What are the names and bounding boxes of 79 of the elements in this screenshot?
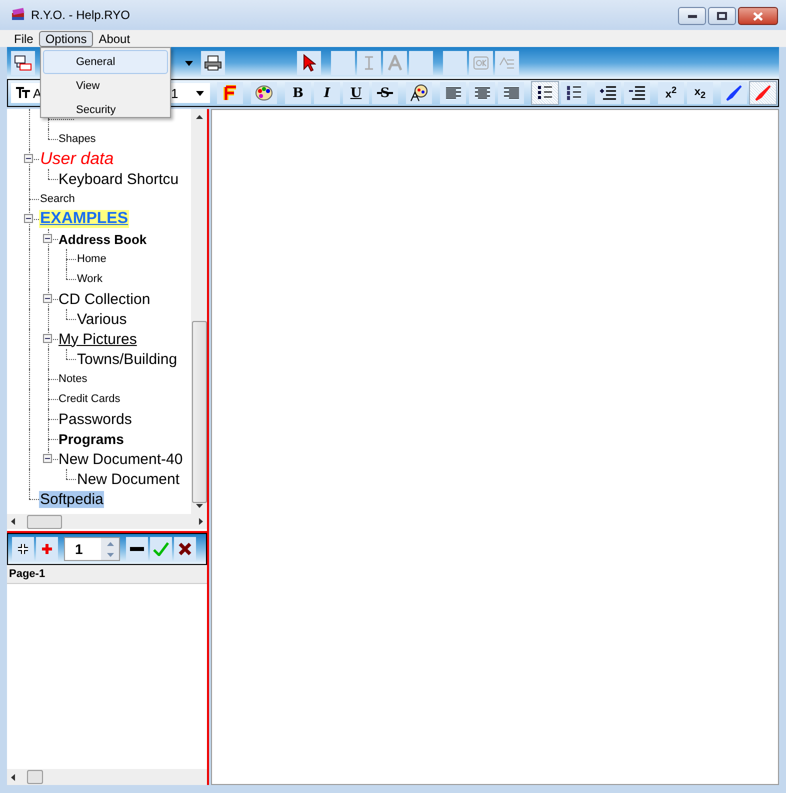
tree-item[interactable]: Softpedia — [39, 490, 104, 508]
numbered-list-icon[interactable] — [561, 82, 587, 104]
bullet-list-icon[interactable] — [532, 82, 558, 104]
paint-icon[interactable] — [406, 82, 432, 104]
printer-icon[interactable] — [201, 51, 225, 75]
books-icon — [10, 7, 26, 23]
tree-item[interactable]: Shapes — [58, 133, 97, 145]
collapse-icon[interactable] — [42, 234, 52, 243]
align-right-icon[interactable] — [498, 82, 524, 104]
delete-icon[interactable] — [174, 537, 196, 561]
scroll-up-icon[interactable] — [196, 115, 202, 119]
tree-item[interactable]: Notes — [58, 373, 88, 385]
maximize-button[interactable] — [708, 7, 736, 25]
tree-item[interactable]: Work — [76, 273, 104, 285]
superscript-button[interactable]: x$^{2}$ — [658, 82, 684, 104]
add-page-icon[interactable] — [12, 537, 34, 561]
italic-text-button[interactable]: I — [314, 82, 340, 104]
indent-icon[interactable] — [595, 82, 621, 104]
bold-text-button[interactable]: B — [285, 82, 311, 104]
dropdown-arrow-icon — [196, 90, 204, 96]
collapse-icon[interactable] — [42, 294, 52, 303]
close-button[interactable] — [738, 7, 778, 25]
collapse-icon[interactable] — [24, 214, 33, 223]
scrollbar-thumb[interactable] — [192, 320, 206, 502]
minimize-button[interactable] — [678, 7, 706, 25]
spin-up-icon[interactable] — [106, 542, 114, 546]
tree-item[interactable]: My Pictures — [58, 330, 138, 348]
horizontal-scrollbar[interactable] — [7, 769, 207, 785]
tree-item[interactable]: Towns/Building — [76, 350, 178, 368]
tree-item[interactable]: Passwords — [58, 410, 133, 428]
tree-item[interactable]: New Document — [76, 470, 181, 488]
menu-item[interactable]: General — [43, 50, 168, 74]
tree-item[interactable]: Address Book — [58, 232, 148, 246]
menu-item[interactable]: File — [8, 30, 40, 46]
collapse-icon[interactable] — [42, 454, 52, 463]
pen-icon[interactable] — [750, 82, 776, 104]
font-icon — [15, 87, 31, 99]
align-left-icon[interactable] — [440, 82, 466, 104]
spin-down-icon[interactable] — [106, 552, 114, 556]
tree-item[interactable]: Programs — [58, 431, 125, 447]
menu-item[interactable]: About — [92, 30, 136, 46]
menu-item[interactable]: Options — [39, 30, 93, 46]
font-color-icon[interactable] — [217, 82, 243, 104]
page-list-header: Page-1 — [7, 565, 207, 584]
tree-item[interactable]: EXAMPLES — [39, 210, 130, 228]
scrollbar-thumb[interactable] — [27, 514, 62, 528]
underline-text-button[interactable]: U — [343, 82, 369, 104]
collapse-icon[interactable] — [24, 154, 33, 163]
minus-icon[interactable] — [126, 537, 148, 561]
tree-item[interactable]: Credit Cards — [58, 393, 122, 405]
collapse-icon[interactable] — [42, 334, 52, 343]
tree-item[interactable]: Search — [39, 193, 76, 205]
scroll-right-icon[interactable] — [199, 518, 203, 525]
palette-icon[interactable] — [251, 82, 277, 104]
scroll-left-icon[interactable] — [11, 518, 15, 525]
pages-icon[interactable] — [11, 51, 35, 75]
close-icon — [753, 12, 763, 20]
scrollbar-thumb[interactable] — [27, 770, 43, 784]
window-title: R.Y.O. - Help.RYO — [31, 8, 130, 22]
tree-item[interactable]: Keyboard Shortcu — [58, 170, 180, 188]
scroll-left-icon[interactable] — [11, 774, 15, 780]
pen-icon[interactable] — [721, 82, 747, 104]
maximize-icon — [717, 12, 727, 20]
tree-item[interactable]: Various — [76, 310, 128, 328]
subscript-button[interactable]: x$_{2}$ — [687, 82, 713, 104]
strike-text-button[interactable]: S — [372, 82, 398, 104]
tree-item[interactable]: CD Collection — [58, 290, 152, 308]
minimize-icon — [688, 14, 696, 18]
outdent-icon[interactable] — [624, 82, 650, 104]
page-number-field[interactable]: 1 — [64, 537, 120, 561]
plus-icon[interactable] — [36, 537, 58, 561]
tree-item[interactable]: New Document-40 — [58, 450, 184, 468]
vertical-scrollbar[interactable] — [191, 109, 207, 514]
dropdown-arrow-icon[interactable] — [185, 60, 193, 66]
horizontal-scrollbar[interactable] — [7, 514, 207, 529]
tree-item[interactable]: Home — [76, 253, 108, 265]
cursor-icon[interactable] — [297, 51, 321, 75]
align-center-icon[interactable] — [469, 82, 495, 104]
checkmark-icon[interactable] — [150, 537, 172, 561]
